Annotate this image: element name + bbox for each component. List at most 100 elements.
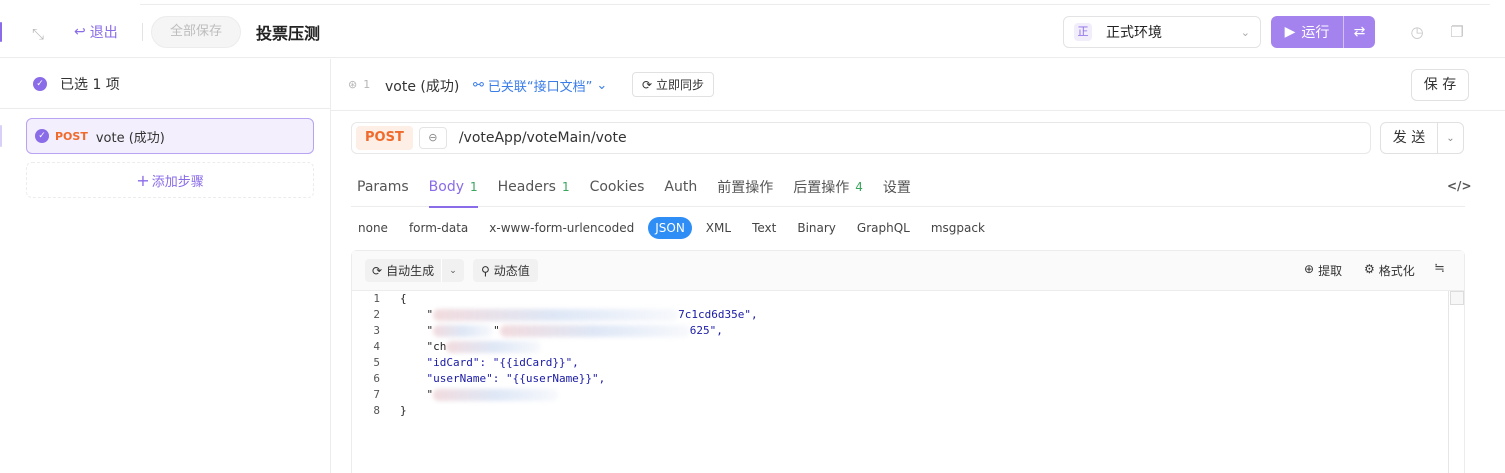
body-type-form-data[interactable]: form-data — [402, 217, 475, 239]
add-step-button[interactable]: + 添加步骤 — [26, 162, 314, 198]
tab-headers[interactable]: Headers 1 — [492, 168, 576, 207]
toolbar-divider — [142, 23, 143, 41]
url-input[interactable]: /voteApp/voteMain/vote — [459, 130, 627, 146]
tab-settings[interactable]: 设置 — [877, 168, 917, 207]
editor-scrollbar[interactable] — [1448, 291, 1449, 473]
auto-generate-group: ⟳ 自动生成 ⌄ — [365, 259, 465, 282]
top-divider-strip — [140, 0, 1490, 5]
code-text: "ch — [400, 340, 447, 353]
code-text: "userName": "{{userName}}", — [400, 372, 606, 385]
body-type-graphql[interactable]: GraphQL — [850, 217, 917, 239]
tab-auth[interactable]: Auth — [658, 168, 703, 207]
check-circle-icon[interactable]: ✓ — [33, 76, 47, 91]
tab-count: 1 — [561, 180, 570, 194]
code-text: " — [493, 324, 500, 337]
sync-now-button[interactable]: ⟳ 立即同步 — [632, 72, 714, 97]
code-lines: { " 7c1cd6d35e", " " 625", "ch "idCard": "{… — [400, 291, 758, 419]
save-button[interactable]: 保 存 — [1411, 69, 1469, 101]
line-number: 7 — [373, 388, 380, 401]
chevron-down-icon[interactable]: ⌄ — [442, 266, 464, 276]
code-text: 7c1cd6d35e", — [678, 308, 758, 321]
sliders-icon: ⇄ — [1353, 24, 1366, 40]
run-button[interactable]: ▶ 运行 — [1271, 16, 1344, 48]
save-all-button[interactable]: 全部保存 — [151, 16, 241, 48]
env-badge: 正 — [1074, 23, 1092, 41]
tab-count: 1 — [470, 180, 478, 194]
line-gutter: 1 2 3 4 5 6 7 8 — [352, 291, 390, 473]
body-type-binary[interactable]: Binary — [790, 217, 843, 239]
step-sidebar: ✓ 已选 1 项 ✓ POST vote (成功) + 添加步骤 — [0, 59, 331, 473]
page-title: 投票压测 — [256, 24, 321, 43]
copy-icon[interactable]: ❐ — [1448, 23, 1466, 41]
line-number: 3 — [373, 324, 380, 337]
code-area[interactable]: 1 2 3 4 5 6 7 8 { " 7c1cd6d35e", " " 625", … — [352, 291, 1464, 473]
tab-cookies[interactable]: Cookies — [584, 168, 651, 207]
chevron-down-icon: ⌄ — [596, 78, 608, 93]
environment-select[interactable]: 正 正式环境 ⌄ — [1063, 16, 1261, 48]
tab-body[interactable]: Body 1 — [423, 168, 484, 208]
linked-doc-label: 已关联“接口文档” — [487, 80, 593, 95]
line-number: 4 — [373, 340, 380, 353]
add-step-label: 添加步骤 — [151, 174, 204, 190]
editor-toolbar: ⟳ 自动生成 ⌄ ⚲ 动态值 ⊕ 提取 ⚙ 格式化 ≒ — [352, 251, 1464, 291]
tab-label: Headers — [497, 179, 556, 195]
request-tabs: Params Body 1 Headers 1 Cookies Auth 前置操作 … — [351, 168, 1465, 208]
body-type-text[interactable]: Text — [745, 217, 783, 239]
step-number: ⊛ 1 — [348, 78, 370, 91]
redacted-blur — [446, 341, 542, 353]
method-select[interactable]: POST — [356, 126, 413, 150]
link-node-icon: ⚯ — [473, 78, 484, 93]
run-settings-button[interactable]: ⇄ — [1344, 16, 1375, 48]
redacted-blur — [433, 389, 559, 401]
extract-button[interactable]: ⊕ 提取 — [1304, 262, 1342, 279]
body-type-json[interactable]: JSON — [648, 217, 692, 239]
exit-button[interactable]: ↩ 退出 — [74, 21, 118, 43]
env-label: 正式环境 — [1106, 25, 1162, 41]
upload-circle-icon: ⊕ — [1304, 262, 1315, 276]
line-number: 2 — [373, 308, 380, 321]
line-number: 6 — [373, 372, 380, 385]
request-header: ⊛ 1 vote (成功) ⚯ 已关联“接口文档” ⌄ ⟳ 立即同步 保 存 — [331, 59, 1505, 111]
line-number: 8 — [373, 404, 380, 417]
tab-post-actions[interactable]: 后置操作 4 — [787, 168, 869, 207]
linked-doc-dropdown[interactable]: ⚯ 已关联“接口文档” ⌄ — [473, 76, 607, 95]
code-text: } — [400, 404, 407, 417]
link-icon[interactable]: ⊖ — [418, 127, 447, 149]
check-circle-icon[interactable]: ✓ — [35, 129, 49, 143]
extract-label: 提取 — [1318, 264, 1343, 278]
selected-count-label: 已选 1 项 — [60, 76, 120, 93]
format-button[interactable]: ⚙ 格式化 — [1364, 262, 1415, 279]
expand-icon[interactable]: ⤡ — [28, 24, 48, 44]
circle-step-icon: ⊛ — [348, 78, 358, 91]
chevron-down-icon[interactable]: ⌄ — [1438, 133, 1463, 144]
body-type-none[interactable]: none — [351, 217, 395, 239]
tab-params[interactable]: Params — [351, 168, 415, 207]
code-view-icon[interactable]: </> — [1447, 179, 1472, 193]
chevron-down-icon: ⌄ — [1240, 25, 1250, 39]
tab-pre-actions[interactable]: 前置操作 — [711, 168, 779, 207]
tab-label: Auth — [664, 179, 698, 195]
request-name: vote (成功) — [385, 79, 460, 95]
url-bar[interactable]: POST ⊖ /voteApp/voteMain/vote — [351, 122, 1371, 154]
body-type-xml[interactable]: XML — [699, 217, 738, 239]
step-item[interactable]: ✓ POST vote (成功) — [26, 118, 314, 154]
wrap-lines-icon[interactable]: ≒ — [1434, 261, 1445, 276]
line-number: 5 — [373, 356, 380, 369]
body-type-msgpack[interactable]: msgpack — [924, 217, 992, 239]
body-type-urlencoded[interactable]: x-www-form-urlencoded — [482, 217, 641, 239]
undo-arrow-icon: ↩ — [74, 24, 86, 40]
tab-label: Params — [357, 179, 409, 195]
code-line: " " 625", — [400, 323, 758, 339]
auto-generate-button[interactable]: ⟳ 自动生成 — [365, 259, 443, 282]
send-button[interactable]: 发 送 — [1381, 123, 1438, 153]
dynamic-value-button[interactable]: ⚲ 动态值 — [473, 259, 538, 282]
step-name: vote (成功) — [95, 130, 165, 146]
auto-generate-label: 自动生成 — [386, 264, 435, 278]
code-text: 625", — [689, 324, 723, 337]
exit-label: 退出 — [89, 25, 118, 41]
history-icon[interactable]: ◷ — [1408, 23, 1426, 41]
redacted-blur — [433, 325, 494, 337]
selection-row[interactable]: ✓ 已选 1 项 — [0, 59, 330, 109]
tab-label: 设置 — [882, 180, 911, 196]
run-button-group: ▶ 运行 ⇄ — [1271, 16, 1375, 48]
